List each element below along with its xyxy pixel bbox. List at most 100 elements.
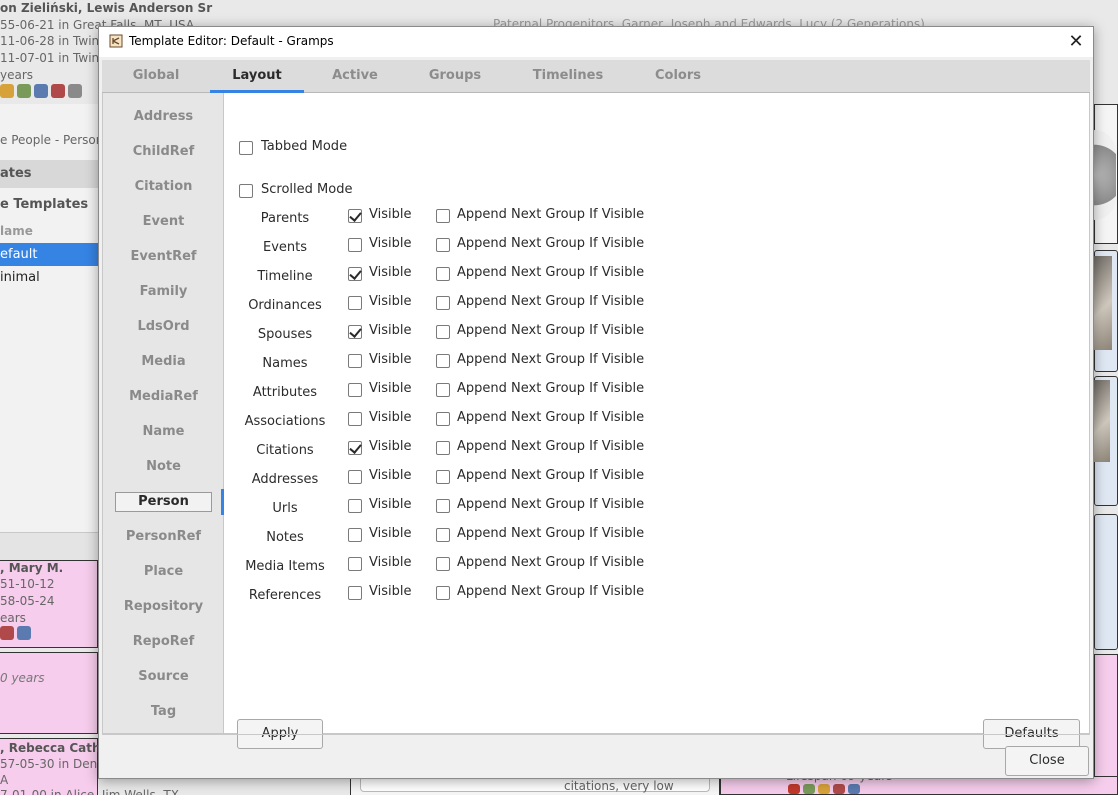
sidebar-item-family[interactable]: Family bbox=[103, 280, 224, 304]
visible-checkbox-addresses[interactable] bbox=[348, 470, 362, 484]
visible-checkbox-media-items[interactable] bbox=[348, 557, 362, 571]
append-checkbox-urls[interactable] bbox=[436, 499, 450, 513]
visible-checkbox-associations[interactable] bbox=[348, 412, 362, 426]
visible-checkbox-parents[interactable] bbox=[348, 209, 362, 223]
bg-panel-title: ates bbox=[0, 166, 32, 181]
bg-photo bbox=[1094, 380, 1110, 462]
sidebar-item-reporef[interactable]: RepoRef bbox=[103, 630, 224, 654]
sidebar-item-person[interactable]: Person bbox=[103, 490, 224, 514]
append-label: Append Next Group If Visible bbox=[457, 352, 645, 367]
append-checkbox-attributes[interactable] bbox=[436, 383, 450, 397]
tab-colors[interactable]: Colors bbox=[642, 60, 714, 93]
append-checkbox-associations[interactable] bbox=[436, 412, 450, 426]
sidebar-active-indicator bbox=[221, 489, 224, 515]
bg-avatar-photo bbox=[1094, 130, 1116, 220]
append-checkbox-addresses[interactable] bbox=[436, 470, 450, 484]
tab-content: Address ChildRef Citation Event EventRef… bbox=[102, 93, 1090, 749]
visible-checkbox-notes[interactable] bbox=[348, 528, 362, 542]
sidebar-item-person-label: Person bbox=[115, 492, 212, 512]
visible-label: Visible bbox=[369, 497, 412, 512]
tab-timelines[interactable]: Timelines bbox=[520, 60, 616, 93]
visible-checkbox-urls[interactable] bbox=[348, 499, 362, 513]
append-label: Append Next Group If Visible bbox=[457, 236, 645, 251]
tab-active[interactable]: Active bbox=[320, 60, 390, 93]
sidebar-item-childref[interactable]: ChildRef bbox=[103, 140, 224, 164]
tab-layout[interactable]: Layout bbox=[210, 60, 304, 93]
append-checkbox-timeline[interactable] bbox=[436, 267, 450, 281]
sidebar-item-tag[interactable]: Tag bbox=[103, 700, 224, 724]
bg-person-icon bbox=[0, 84, 14, 98]
sidebar-item-ldsord[interactable]: LdsOrd bbox=[103, 315, 224, 339]
append-checkbox-citations[interactable] bbox=[436, 441, 450, 455]
sidebar-item-source[interactable]: Source bbox=[103, 665, 224, 689]
tabbed-mode-checkbox[interactable] bbox=[239, 141, 253, 155]
sidebar-item-media[interactable]: Media bbox=[103, 350, 224, 374]
visible-checkbox-spouses[interactable] bbox=[348, 325, 362, 339]
visible-checkbox-references[interactable] bbox=[348, 586, 362, 600]
append-checkbox-spouses[interactable] bbox=[436, 325, 450, 339]
title-bar[interactable]: Template Editor: Default - Gramps ✕ bbox=[99, 27, 1093, 57]
sidebar-item-note[interactable]: Note bbox=[103, 455, 224, 479]
visible-checkbox-timeline[interactable] bbox=[348, 267, 362, 281]
close-icon[interactable]: ✕ bbox=[1065, 31, 1087, 53]
sidebar-item-name[interactable]: Name bbox=[103, 420, 224, 444]
append-label: Append Next Group If Visible bbox=[457, 410, 645, 425]
visible-checkbox-ordinances[interactable] bbox=[348, 296, 362, 310]
bg-right-card5 bbox=[1094, 654, 1118, 784]
group-name-associations: Associations bbox=[244, 414, 326, 429]
sidebar-item-eventref[interactable]: EventRef bbox=[103, 245, 224, 269]
sidebar-item-personref[interactable]: PersonRef bbox=[103, 525, 224, 549]
visible-label: Visible bbox=[369, 265, 412, 280]
sidebar-item-place[interactable]: Place bbox=[103, 560, 224, 584]
bg-person-icon bbox=[17, 626, 31, 640]
bg-family-icon bbox=[17, 84, 31, 98]
sidebar-item-repository[interactable]: Repository bbox=[103, 595, 224, 619]
bg-person-icons bbox=[0, 84, 82, 98]
append-checkbox-parents[interactable] bbox=[436, 209, 450, 223]
dialog-title: Template Editor: Default - Gramps bbox=[129, 34, 334, 48]
append-checkbox-events[interactable] bbox=[436, 238, 450, 252]
append-label: Append Next Group If Visible bbox=[457, 497, 645, 512]
sidebar-item-address[interactable]: Address bbox=[103, 105, 224, 129]
sidebar-item-mediaref[interactable]: MediaRef bbox=[103, 385, 224, 409]
group-name-notes: Notes bbox=[266, 530, 304, 545]
visible-checkbox-events[interactable] bbox=[348, 238, 362, 252]
append-label: Append Next Group If Visible bbox=[457, 294, 645, 309]
close-button[interactable]: Close bbox=[1005, 746, 1089, 776]
group-name-attributes: Attributes bbox=[252, 385, 318, 400]
visible-checkbox-attributes[interactable] bbox=[348, 383, 362, 397]
group-name-ordinances: Ordinances bbox=[248, 298, 322, 313]
sidebar-item-citation[interactable]: Citation bbox=[103, 175, 224, 199]
bg-calendar-icon bbox=[833, 784, 845, 794]
tab-global[interactable]: Global bbox=[120, 60, 192, 93]
append-label: Append Next Group If Visible bbox=[457, 584, 645, 599]
visible-checkbox-names[interactable] bbox=[348, 354, 362, 368]
bg-card-mary-name: , Mary M. bbox=[0, 561, 64, 575]
bg-card-rebecca-place: A bbox=[0, 773, 9, 787]
append-checkbox-names[interactable] bbox=[436, 354, 450, 368]
tab-groups[interactable]: Groups bbox=[420, 60, 490, 93]
visible-label: Visible bbox=[369, 555, 412, 570]
visible-label: Visible bbox=[369, 323, 412, 338]
append-label: Append Next Group If Visible bbox=[457, 468, 645, 483]
bg-person-date3: 11-07-01 in Twin bbox=[0, 51, 100, 65]
scrolled-mode-checkbox[interactable] bbox=[239, 184, 253, 198]
group-name-urls: Urls bbox=[272, 501, 298, 516]
visible-label: Visible bbox=[369, 410, 412, 425]
group-name-events: Events bbox=[262, 240, 307, 255]
bg-breadcrumb: e People - Person - bbox=[0, 133, 112, 147]
visible-checkbox-citations[interactable] bbox=[348, 441, 362, 455]
bg-family-icon bbox=[803, 784, 815, 794]
bg-photo bbox=[1094, 256, 1112, 350]
sidebar-item-event[interactable]: Event bbox=[103, 210, 224, 234]
bg-card-mary-death: 58-05-24 bbox=[0, 594, 55, 608]
append-label: Append Next Group If Visible bbox=[457, 381, 645, 396]
append-checkbox-references[interactable] bbox=[436, 586, 450, 600]
append-checkbox-media-items[interactable] bbox=[436, 557, 450, 571]
bg-note-icon bbox=[68, 84, 82, 98]
append-checkbox-notes[interactable] bbox=[436, 528, 450, 542]
append-checkbox-ordinances[interactable] bbox=[436, 296, 450, 310]
append-label: Append Next Group If Visible bbox=[457, 526, 645, 541]
group-name-addresses: Addresses bbox=[251, 472, 319, 487]
bg-section-title: e Templates bbox=[0, 197, 89, 212]
